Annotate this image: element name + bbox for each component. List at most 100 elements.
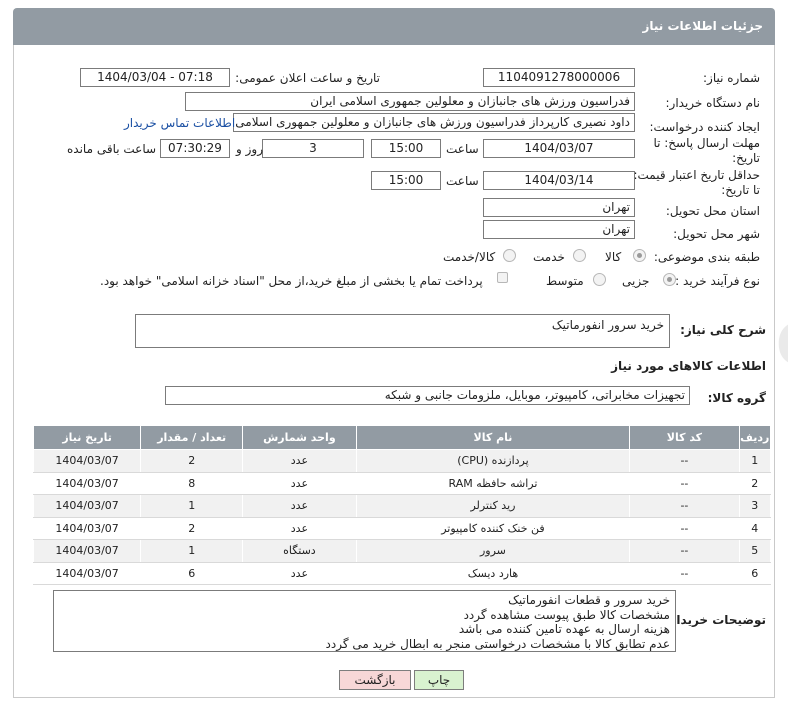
table-row: 4 -- فن خنک کننده کامپیوتر عدد 2 1404/03/07 (32, 516, 772, 540)
item-name-cell: سرور (355, 539, 631, 563)
row-number-cell: 4 (738, 516, 772, 540)
unit-cell: عدد (242, 561, 357, 585)
process-radio-minor[interactable] (663, 273, 676, 286)
category-radio-goods-service[interactable] (503, 249, 516, 262)
item-name-cell: پردازنده (CPU) (355, 449, 631, 473)
need-date-cell: 1404/03/07 (32, 561, 142, 585)
need-date-cell: 1404/03/07 (32, 449, 142, 473)
buyer-contact-link[interactable]: اطلاعات تماس خریدار (124, 116, 235, 130)
table-row: 1 -- پردازنده (CPU) عدد 2 1404/03/07 (32, 449, 772, 473)
category-option-goods-service: کالا/خدمت (443, 250, 496, 264)
col-code-header: کد کالا (629, 425, 740, 450)
province-label: استان محل تحویل: (665, 204, 760, 218)
table-row: 6 -- هارد دیسک عدد 6 1404/03/07 (32, 561, 772, 585)
col-name-header: نام کالا (355, 425, 631, 450)
row-number-cell: 6 (738, 561, 772, 585)
price-validity-time-word: ساعت (446, 174, 479, 188)
need-date-cell: 1404/03/07 (32, 471, 142, 495)
remaining-time-field: 07:30:29 (160, 139, 230, 158)
process-option-minor: جزیی (622, 274, 650, 288)
buyer-org-label: نام دستگاه خریدار: (665, 96, 761, 110)
need-date-cell: 1404/03/07 (32, 539, 142, 563)
col-date-header: تاریخ نیاز (32, 425, 142, 450)
process-radio-medium[interactable] (593, 273, 606, 286)
quantity-cell: 2 (140, 449, 244, 473)
unit-cell: دستگاه (242, 539, 357, 563)
announce-datetime-label: تاریخ و ساعت اعلان عمومی: (235, 71, 380, 85)
buyer-note-line: خرید سرور و قطعات انفورماتیک (508, 593, 670, 607)
category-label: طبقه بندی موضوعی: (653, 250, 760, 264)
row-number-cell: 3 (738, 494, 772, 518)
page-title: جزئیات اطلاعات نیاز (642, 19, 763, 33)
quantity-cell: 1 (140, 494, 244, 518)
need-date-cell: 1404/03/07 (32, 494, 142, 518)
item-name-cell: تراشه حافظه RAM (355, 471, 631, 495)
quantity-cell: 8 (140, 471, 244, 495)
need-date-cell: 1404/03/07 (32, 516, 142, 540)
item-name-cell: هارد دیسک (355, 561, 631, 585)
unit-cell: عدد (242, 516, 357, 540)
print-button[interactable]: چاپ (414, 670, 464, 690)
goods-table: ردیف کد کالا نام کالا واحد شمارش تعداد /… (32, 425, 772, 585)
announce-datetime-field: 1404/03/04 - 07:18 (80, 68, 230, 87)
quantity-cell: 2 (140, 516, 244, 540)
remaining-time-label: ساعت باقی مانده (67, 142, 157, 156)
row-number-cell: 1 (738, 449, 772, 473)
treasury-payment-note: پرداخت تمام یا بخشی از مبلغ خرید،از محل … (100, 274, 483, 288)
deadline-time-word: ساعت (446, 142, 479, 156)
goods-group-field: تجهیزات مخابراتی، کامپیوتر، موبایل، ملزو… (165, 386, 690, 405)
creator-label: ایجاد کننده درخواست: (649, 120, 760, 134)
need-summary-label: شرح کلی نیاز: (680, 323, 766, 337)
unit-cell: عدد (242, 449, 357, 473)
row-number-cell: 2 (738, 471, 772, 495)
row-number-cell: 5 (738, 539, 772, 563)
category-option-service: خدمت (533, 250, 565, 264)
item-code-cell: -- (629, 449, 740, 473)
buyer-note-line: عدم تطابق کالا با مشخصات درخواستی منجر ب… (325, 636, 670, 651)
item-code-cell: -- (629, 539, 740, 563)
price-validity-label: حداقل تاریخ اعتبار قیمت: تا تاریخ: (633, 168, 760, 197)
table-row: 5 -- سرور دستگاه 1 1404/03/07 (32, 539, 772, 563)
category-radio-goods[interactable] (633, 249, 646, 262)
item-code-cell: -- (629, 561, 740, 585)
buyer-notes-field: خرید سرور و قطعات انفورماتیک مشخصات کالا … (53, 590, 676, 652)
buyer-notes-label: توضیحات خریدار: (664, 613, 766, 627)
need-summary-field: خرید سرور انفورماتیک (135, 314, 670, 348)
need-number-label: شماره نیاز: (703, 71, 760, 85)
panel-header: جزئیات اطلاعات نیاز (13, 8, 775, 45)
item-name-cell: رید کنترلر (355, 494, 631, 518)
item-code-cell: -- (629, 494, 740, 518)
deadline-date-field: 1404/03/07 (483, 139, 635, 158)
unit-cell: عدد (242, 494, 357, 518)
quantity-cell: 1 (140, 539, 244, 563)
process-label: نوع فرآیند خرید : (675, 274, 760, 288)
item-code-cell: -- (629, 471, 740, 495)
need-number-field: 1104091278000006 (483, 68, 635, 87)
table-row: 2 -- تراشه حافظه RAM عدد 8 1404/03/07 (32, 471, 772, 495)
buyer-org-field: فدراسیون ورزش های جانبازان و معلولین جمه… (185, 92, 635, 111)
table-row: 3 -- رید کنترلر عدد 1 1404/03/07 (32, 494, 772, 518)
back-button[interactable]: بازگشت (339, 670, 411, 690)
col-unit-header: واحد شمارش (242, 425, 357, 450)
col-qty-header: تعداد / مقدار (140, 425, 244, 450)
quantity-cell: 6 (140, 561, 244, 585)
category-radio-service[interactable] (573, 249, 586, 262)
buyer-note-line: هزینه ارسال به عهده تامین کننده می باشد (458, 622, 670, 636)
col-row-header: ردیف (738, 425, 772, 450)
price-validity-date-field: 1404/03/14 (483, 171, 635, 190)
city-label: شهر محل تحویل: (673, 227, 760, 241)
price-validity-time-field: 15:00 (371, 171, 441, 190)
city-field: تهران (483, 220, 635, 239)
goods-section-title: اطلاعات کالاهای مورد نیاز (611, 359, 766, 373)
deadline-time-field: 15:00 (371, 139, 441, 158)
treasury-payment-checkbox[interactable] (497, 272, 508, 283)
deadline-label: مهلت ارسال پاسخ: تا تاریخ: (653, 136, 760, 165)
item-name-cell: فن خنک کننده کامپیوتر (355, 516, 631, 540)
goods-group-label: گروه کالا: (707, 391, 766, 405)
creator-field: داود نصیری کارپرداز فدراسیون ورزش های جا… (233, 113, 635, 132)
item-code-cell: -- (629, 516, 740, 540)
table-header-row: ردیف کد کالا نام کالا واحد شمارش تعداد /… (32, 425, 772, 450)
days-field: 3 (262, 139, 364, 158)
days-word: روز و (236, 142, 263, 156)
buyer-note-line: مشخصات کالا طبق پیوست مشاهده گردد (463, 607, 670, 622)
